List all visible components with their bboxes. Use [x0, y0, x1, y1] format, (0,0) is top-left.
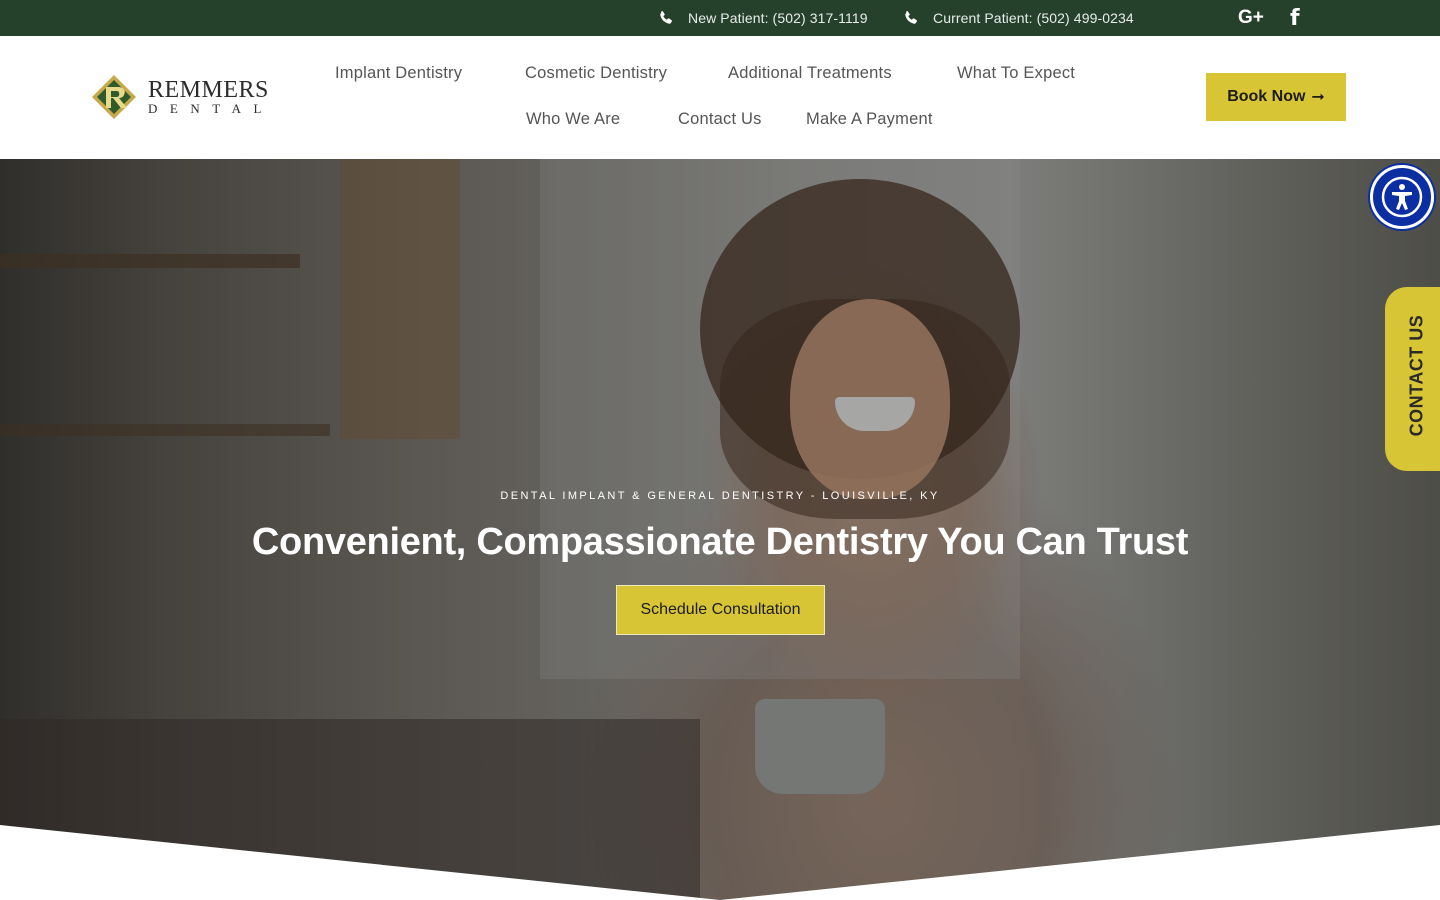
current-patient-text: Current Patient: (502) 499-0234 — [933, 10, 1134, 26]
nav-what-to-expect[interactable]: What To Expect — [957, 64, 1075, 83]
nav-cosmetic-dentistry[interactable]: Cosmetic Dentistry — [525, 64, 667, 83]
contact-us-tab-label: CONTACT US — [1406, 314, 1427, 437]
new-patient-phone[interactable]: New Patient: (502) 317-1119 — [658, 0, 868, 36]
accessibility-icon — [1381, 176, 1423, 218]
arrow-right-icon: ➞ — [1311, 89, 1325, 106]
phone-icon — [660, 11, 672, 24]
hero-bottom-divider — [0, 825, 1440, 900]
nav-make-a-payment[interactable]: Make A Payment — [806, 110, 933, 129]
site-header: REMMERS DENTAL Implant Dentistry Cosmeti… — [0, 36, 1440, 159]
current-patient-phone[interactable]: Current Patient: (502) 499-0234 — [903, 0, 1134, 36]
book-now-button[interactable]: Book Now ➞ — [1206, 73, 1346, 121]
contact-us-tab[interactable]: CONTACT US — [1385, 287, 1440, 471]
nav-additional-treatments[interactable]: Additional Treatments — [728, 64, 892, 83]
top-bar: New Patient: (502) 317-1119 Current Pati… — [0, 0, 1440, 36]
nav-implant-dentistry[interactable]: Implant Dentistry — [335, 64, 462, 83]
nav-who-we-are[interactable]: Who We Are — [526, 110, 620, 129]
hero-section: DENTAL IMPLANT & GENERAL DENTISTRY - LOU… — [0, 159, 1440, 900]
accessibility-button[interactable] — [1370, 165, 1434, 229]
book-now-label: Book Now — [1227, 88, 1306, 105]
new-patient-text: New Patient: (502) 317-1119 — [688, 10, 868, 26]
logo-wordmark: REMMERS — [148, 77, 269, 103]
facebook-icon[interactable]: f — [1290, 0, 1300, 36]
logo-subtext: DENTAL — [148, 101, 274, 116]
logo-mark-icon — [92, 75, 136, 119]
phone-icon — [905, 11, 917, 24]
google-plus-icon[interactable]: G+ — [1238, 0, 1264, 36]
nav-contact-us[interactable]: Contact Us — [678, 110, 762, 129]
logo[interactable]: REMMERS DENTAL — [90, 73, 280, 121]
